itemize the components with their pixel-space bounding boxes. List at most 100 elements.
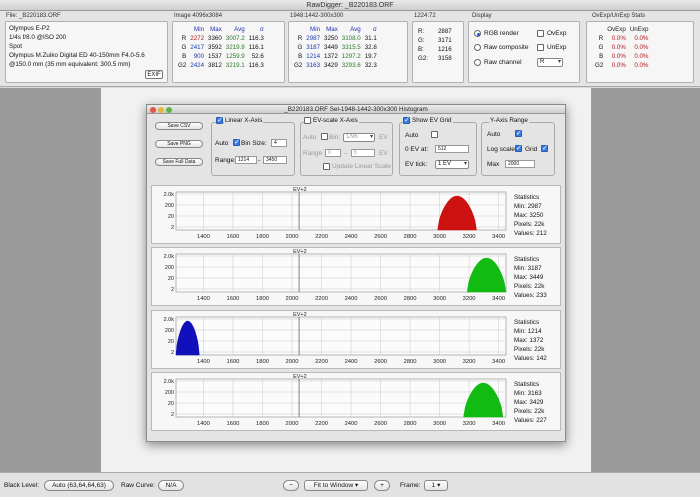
ev-bin-label: Bin: — [329, 134, 341, 141]
ev-grid-auto-label: Auto — [405, 132, 419, 139]
ovexp-stats-panel: OvExp UnExp R 0.0% 0.0% G 0.0% 0.0% B 0.0% 0.0%… — [586, 21, 694, 83]
selection-stats-panel: Min Max Avg σ R 2987 3250 3108.0 31.1 G 3187 3449… — [288, 21, 408, 83]
table-row: R 2272 3360 3007.2 116.3 — [181, 35, 264, 42]
table-row: G2 3163 3429 3293.6 32.3 — [294, 62, 377, 69]
ev-bin-select[interactable]: 1/96 — [343, 133, 375, 142]
stat-values: Values: 142 — [514, 355, 547, 362]
x-tick-label: 1600 — [227, 234, 240, 240]
histogram-plot: 2.0k 200 20 2 1400 1600 1800 2000 2200 2400 2600 28… — [164, 312, 507, 365]
range-from-input[interactable]: 1214 — [235, 156, 257, 164]
file-info-panel: Olympus E-P2 1/4s f/8.0 @ISO 200 Spot Ol… — [5, 21, 168, 83]
zoom-value: Fit to Window — [313, 482, 354, 489]
x-tick-label: 3200 — [463, 359, 476, 365]
ev-grid-auto-checkbox[interactable] — [431, 131, 438, 138]
y-auto-checkbox[interactable] — [515, 129, 522, 137]
x-tick-label: 3000 — [433, 421, 446, 427]
stat-min: Min: 3187 — [514, 265, 542, 272]
zoom-window-icon[interactable] — [166, 106, 172, 113]
table-row: G 3187 3449 3315.5 32.8 — [297, 44, 377, 51]
ev-scale-checkbox[interactable] — [304, 117, 311, 124]
exif-button[interactable]: EXIF — [145, 70, 163, 79]
frame-label: Frame: — [400, 482, 421, 489]
histogram-window-titlebar: _B220183.ORF Sel-1948-1442-300x300 Histo… — [147, 105, 565, 114]
y-tick-label: 20 — [168, 401, 174, 407]
x-tick-label: 3400 — [492, 421, 505, 427]
col-ovexp: OvExp — [607, 26, 626, 33]
stat-pixels: Pixels: 22k — [514, 221, 545, 228]
update-linear-scale-label: Update Linear Scale — [332, 163, 391, 170]
x-tick-label: 2000 — [286, 421, 299, 427]
statistics-block: Statistics Min: 3163 Max: 3429 Pixels: 22k V… — [514, 380, 547, 425]
statistics-title: Statistics — [514, 381, 540, 388]
y-tick-label: 20 — [168, 276, 174, 282]
rgb-render-radio[interactable] — [474, 30, 481, 37]
statistics-block: Statistics Min: 2987 Max: 3250 Pixels: 22k V… — [514, 193, 547, 238]
close-window-icon[interactable] — [150, 106, 156, 113]
col-sigma: σ — [259, 26, 264, 33]
y-tick-label: 2 — [171, 350, 174, 356]
table-row: B: 1216 — [418, 46, 452, 53]
zero-ev-input[interactable]: 512 — [435, 145, 469, 153]
stat-min: Min: 1214 — [514, 328, 542, 335]
zoom-select[interactable]: Fit to Window ▾ — [304, 480, 368, 491]
zoom-out-button[interactable]: − — [283, 480, 299, 491]
ovexp-checkbox[interactable] — [537, 30, 544, 37]
image-group-title: Image 4096x3084 — [174, 13, 223, 19]
table-row: R 0.0% 0.0% — [598, 35, 649, 42]
save-full-data-button[interactable]: Save Full Data — [155, 158, 203, 166]
col-unexp: UnExp — [629, 26, 649, 33]
y-auto-label: Auto — [487, 131, 501, 138]
bin-size-checkbox[interactable] — [233, 138, 240, 146]
range-to-input[interactable]: 3450 — [263, 156, 287, 164]
status-bar: Black Level: Auto (63,64,64,63) Raw Curv… — [0, 472, 700, 497]
y-tick-label: 200 — [165, 265, 174, 271]
raw-curve-button[interactable]: N/A — [158, 480, 184, 491]
x-tick-label: 1800 — [256, 234, 269, 240]
unexp-checkbox[interactable] — [537, 44, 544, 51]
y-max-label: Max — [487, 161, 500, 168]
update-linear-scale-checkbox[interactable] — [323, 163, 330, 170]
black-level-button[interactable]: Auto (63,64,64,63) — [44, 480, 114, 491]
minimize-window-icon[interactable] — [158, 106, 164, 113]
raw-channel-radio[interactable] — [474, 59, 481, 66]
x-tick-label: 3200 — [463, 421, 476, 427]
y-axis-range-title: Y-Axis Range — [489, 117, 529, 124]
bin-size-input[interactable]: 4 — [271, 139, 287, 147]
ev-tick-select[interactable]: 1 EV — [435, 160, 469, 169]
linear-range-label: Range: — [215, 157, 236, 164]
save-png-button[interactable]: Save PNG — [155, 140, 203, 148]
linear-x-axis-checkbox[interactable] — [216, 116, 223, 124]
raw-channel-select[interactable]: R — [537, 58, 563, 67]
ev-range-from-input[interactable]: 0 — [325, 149, 341, 157]
ev-bin-unit: EV — [379, 134, 388, 141]
grid-checkbox[interactable] — [541, 144, 548, 152]
ev-marker-label: EV+2 — [293, 312, 307, 318]
x-tick-label: 3000 — [433, 359, 446, 365]
x-tick-label: 2200 — [315, 234, 328, 240]
table-row: B 900 1537 1259.9 52.6 — [182, 53, 264, 60]
exposure-info: 1/4s f/8.0 @ISO 200 — [9, 34, 67, 41]
pixel-group-title: 1224:72 — [414, 13, 436, 19]
y-max-input[interactable]: 2000 — [505, 160, 535, 168]
col-min: Min — [194, 26, 205, 33]
raw-composite-radio[interactable] — [474, 44, 481, 51]
x-tick-label: 2000 — [286, 234, 299, 240]
window-title: RawDigger: _B220183.ORF — [0, 0, 700, 11]
histogram-panel: 2.0k 200 20 2 1400 1600 1800 2000 2200 2400 2600 28… — [151, 247, 561, 306]
x-tick-label: 1600 — [227, 359, 240, 365]
ev-bin-checkbox[interactable] — [321, 133, 328, 140]
y-tick-label: 2.0k — [164, 317, 175, 323]
x-tick-label: 2600 — [374, 296, 387, 302]
zoom-in-button[interactable]: + — [374, 480, 390, 491]
x-tick-label: 2800 — [404, 296, 417, 302]
histogram-window-title: _B220183.ORF Sel-1948-1442-300x300 Histo… — [284, 106, 428, 113]
ev-range-to-input[interactable]: 5 — [351, 149, 375, 157]
log-scale-checkbox[interactable] — [515, 144, 522, 152]
save-csv-button[interactable]: Save CSV — [155, 122, 203, 130]
histogram-plot: 2.0k 200 20 2 1400 1600 1800 2000 2200 2400 2600 28… — [164, 249, 507, 302]
show-ev-grid-checkbox[interactable] — [403, 116, 410, 124]
table-row: B 1214 1372 1297.2 19.7 — [298, 53, 377, 60]
metering-mode: Spot — [9, 43, 22, 50]
x-tick-label: 1600 — [227, 421, 240, 427]
frame-select[interactable]: 1 ▾ — [424, 480, 448, 491]
